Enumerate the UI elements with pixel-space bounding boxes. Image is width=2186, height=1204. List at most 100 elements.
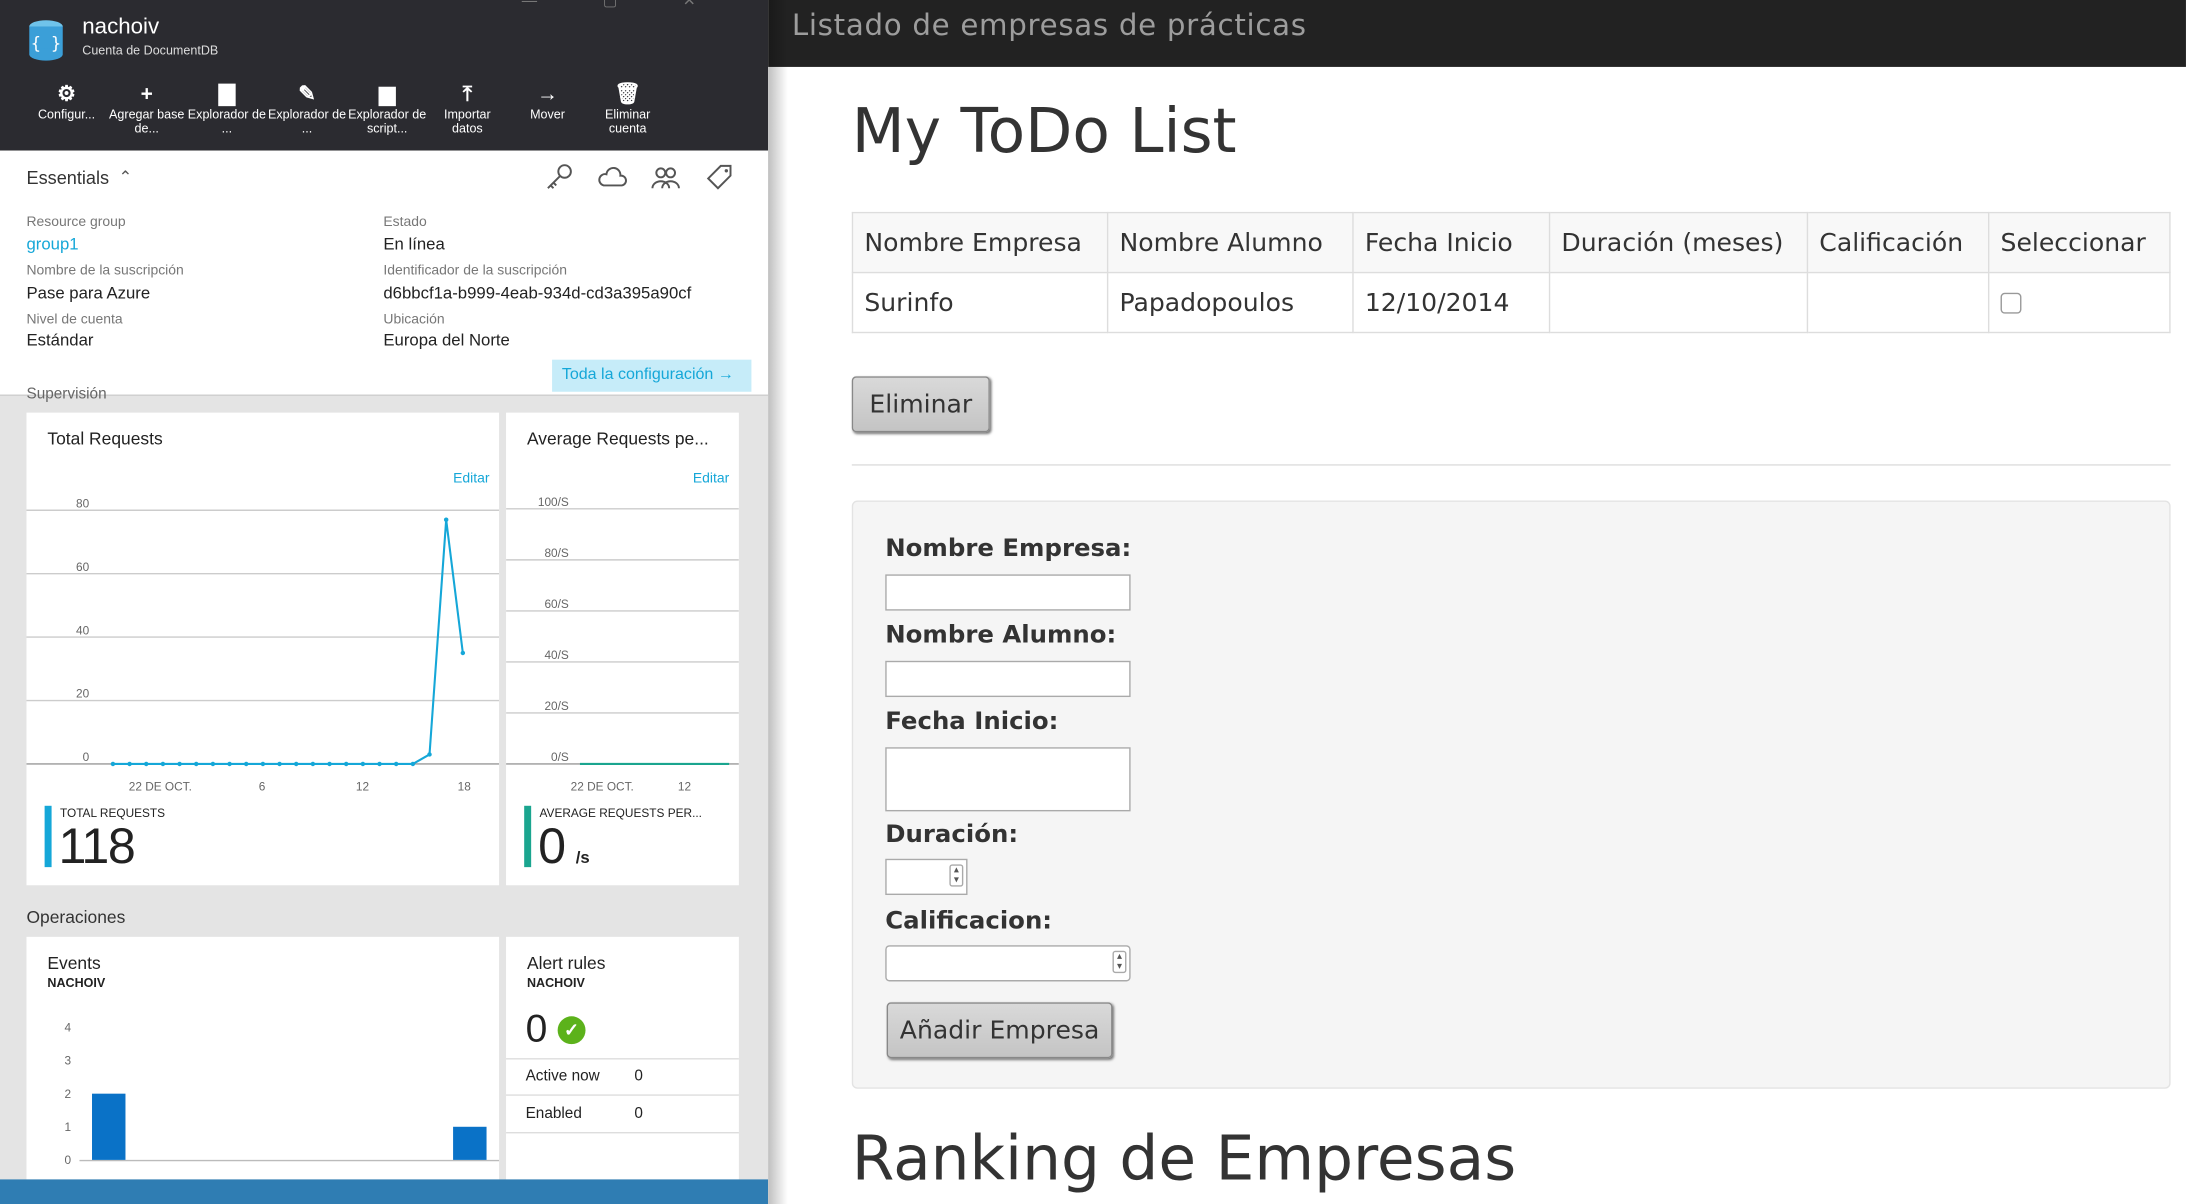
alumno-label: Nombre Alumno: [885, 621, 1117, 650]
portal-footer [0, 1179, 769, 1204]
key-icon[interactable] [544, 162, 575, 193]
column-header: Nombre Alumno [1106, 211, 1354, 274]
alert-count: 0 [525, 1006, 548, 1050]
events-chart: 4 3 2 1 0 [65, 1021, 500, 1167]
trash-icon: 🗑 [614, 82, 641, 106]
y-tick-label: 3 [65, 1054, 72, 1068]
window-controls[interactable]: — ▢ ✕ [522, 0, 727, 10]
resource-group-label: Resource group [26, 214, 126, 231]
summary-bar [524, 805, 532, 868]
command-label: Configur... [37, 107, 96, 122]
average-requests-tile[interactable]: Average Requests pe... Editar 100/S 80/S 6… [506, 412, 739, 886]
all-settings-button[interactable]: Toda la configuración → [552, 359, 752, 392]
duracion-label: Duración: [885, 821, 1019, 850]
data-point [243, 761, 249, 767]
enabled-value: 0 [634, 1105, 643, 1123]
events-tile[interactable]: Events NACHOIV 4 3 2 1 0 [26, 936, 500, 1180]
move-command[interactable]: → Mover [507, 82, 587, 135]
calificacion-number-input[interactable]: ▴ ▾ [885, 945, 1131, 982]
alert-rules-tile[interactable]: Alert rules NACHOIV 0 ✓ Active now 0 Ena… [506, 936, 739, 1180]
navbar-brand[interactable]: Listado de empresas de prácticas [792, 8, 1307, 41]
data-point [160, 761, 166, 767]
add-database-command[interactable]: + Agregar base de... [107, 82, 187, 135]
resource-group-link[interactable]: group1 [26, 234, 78, 254]
y-tick-label: 2 [65, 1087, 72, 1101]
navbar: Listado de empresas de prácticas [768, 0, 2186, 67]
svg-text:{ }: { } [31, 33, 61, 53]
command-label: Explorador de ... [187, 107, 266, 136]
stepper-icon[interactable]: ▴ ▾ [1112, 950, 1127, 974]
empresa-input[interactable] [885, 574, 1131, 611]
alumno-input[interactable] [885, 660, 1131, 698]
document-explorer-command[interactable]: ▇ Explorador de ... [187, 82, 267, 135]
y-tick-label: 20/S [544, 699, 568, 713]
bar [92, 1093, 126, 1160]
delete-account-command[interactable]: 🗑 Eliminar cuenta [588, 82, 668, 135]
column-header: Fecha Inicio [1352, 211, 1551, 274]
y-tick-label: 4 [65, 1021, 72, 1035]
data-point [327, 761, 332, 767]
edit-link[interactable]: Editar [693, 471, 729, 486]
query-explorer-command[interactable]: ✎ Explorador de ... [267, 82, 347, 135]
y-tick-label: 1 [65, 1120, 72, 1134]
data-point [377, 761, 382, 767]
data-point [210, 761, 216, 767]
x-tick-label: 12 [678, 779, 691, 793]
data-point [343, 761, 349, 767]
cloud-icon[interactable] [597, 162, 628, 193]
empresa-label: Nombre Empresa: [885, 535, 1132, 564]
add-company-button[interactable]: Añadir Empresa [886, 1002, 1113, 1059]
chevron-up-icon[interactable]: ⌃ [118, 167, 132, 187]
subscription-name-value: Pase para Azure [26, 283, 151, 303]
data-point [460, 650, 466, 656]
add-company-form: Nombre Empresa: Nombre Alumno: Fecha Ini… [851, 500, 2171, 1089]
tile-title: Total Requests [47, 429, 163, 449]
subscription-id-value: d6bbcf1a-b999-4eab-934d-cd3a395a90cf [383, 283, 692, 303]
delete-button[interactable]: Eliminar [851, 376, 990, 433]
data-point [293, 761, 299, 767]
data-point [393, 761, 399, 767]
monitoring-section-label: Supervisión [26, 386, 107, 403]
summary-bar [44, 805, 52, 868]
subscription-name-label: Nombre de la suscripción [26, 263, 184, 279]
data-point [260, 761, 266, 767]
fecha-input[interactable] [885, 747, 1131, 812]
data-point [194, 761, 199, 767]
tile-title: Events [47, 953, 101, 974]
summary-value: 0 [538, 816, 567, 875]
tag-icon[interactable] [704, 162, 735, 193]
edit-link[interactable]: Editar [453, 471, 489, 486]
cell-select [1987, 271, 2171, 334]
data-point [227, 761, 232, 767]
select-checkbox[interactable] [2000, 292, 2022, 314]
divider [506, 1094, 739, 1096]
account-level-value: Estándar [26, 330, 94, 350]
y-tick-label: 40 [76, 623, 90, 637]
duracion-number-input[interactable]: ▴ ▾ [885, 858, 968, 896]
total-requests-tile[interactable]: Total Requests Editar 80 60 40 20 0 22 DE OCT… [26, 412, 500, 886]
upload-icon: ⤒ [462, 82, 472, 106]
page-title: My ToDo List [851, 96, 1237, 168]
command-label: Importar datos [443, 107, 491, 136]
stepper-icon[interactable]: ▴ ▾ [949, 864, 964, 887]
settings-command[interactable]: ⚙ Configur... [26, 82, 106, 135]
data-point [310, 761, 316, 767]
x-tick-label: 18 [458, 779, 472, 793]
y-tick-label: 40/S [544, 648, 568, 662]
column-header: Nombre Empresa [851, 211, 1109, 274]
cell-duracion [1548, 271, 1809, 334]
enabled-label: Enabled [525, 1105, 582, 1123]
users-icon[interactable] [650, 162, 681, 193]
script-explorer-command[interactable]: ▆ Explorador de script... [347, 82, 427, 135]
documentdb-icon: { } [29, 20, 63, 61]
location-value: Europa del Norte [383, 330, 510, 350]
query-icon: ✎ [298, 82, 316, 106]
essentials-heading[interactable]: Essentials [26, 167, 109, 188]
command-label: Explorador de ... [267, 107, 347, 136]
companies-table: Nombre Empresa Nombre Alumno Fecha Inici… [851, 211, 2171, 334]
import-data-command[interactable]: ⤒ Importar datos [427, 82, 507, 135]
pane-divider-shadow [768, 0, 788, 1204]
gear-icon: ⚙ [57, 82, 76, 106]
tile-subtitle: NACHOIV [47, 975, 106, 990]
table-row: Surinfo Papadopoulos 12/10/2014 [851, 271, 2171, 334]
